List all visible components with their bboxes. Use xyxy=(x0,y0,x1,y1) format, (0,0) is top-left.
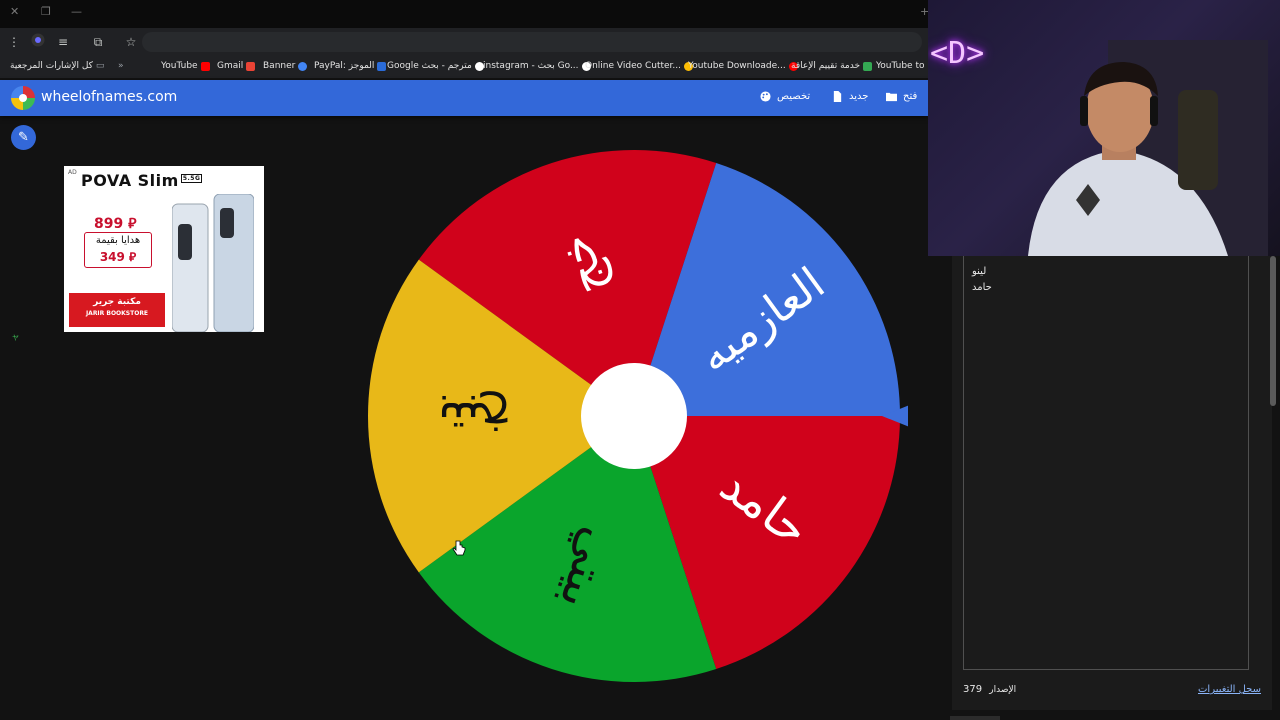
edit-pencil-button[interactable]: ✎ xyxy=(11,125,36,150)
bookmarks-folder-label: كل الإشارات المرجعية xyxy=(10,61,93,71)
bottom-strip xyxy=(950,716,1000,720)
app-header: wheelofnames.com تخصيص جديد فتح xyxy=(0,80,928,116)
folder-open-icon xyxy=(886,92,897,102)
bookmark-item[interactable]: YouTube xyxy=(161,61,210,71)
wheel-center-button[interactable] xyxy=(581,363,687,469)
minimize-window-icon[interactable]: — xyxy=(71,5,82,18)
store-logo: مكتبة جرير JARIR BOOKSTORE xyxy=(69,293,165,327)
stray-glyph: ヤ xyxy=(12,334,19,342)
bookmark-item[interactable]: Banner xyxy=(263,61,308,71)
bookmarks-bar: كل الإشارات المرجعية ▭ » YouTube Gmail B… xyxy=(0,56,941,78)
ad-gift-box: هدايا بقيمة 349 ⃁ xyxy=(84,232,152,268)
spin-wheel[interactable]: خج العازميهحامدبيتيبتبخ xyxy=(368,148,908,688)
bookmark-star-icon[interactable]: ☆ xyxy=(122,33,140,51)
close-window-icon[interactable]: ✕ xyxy=(10,5,19,18)
folder-icon: ▭ xyxy=(95,61,105,71)
pencil-icon: ✎ xyxy=(18,130,29,145)
ad-tag: AD xyxy=(68,169,77,176)
version-label: الإصدار xyxy=(989,685,1017,695)
site-title[interactable]: wheelofnames.com xyxy=(41,89,177,105)
gov-icon xyxy=(863,61,873,71)
bookmark-item[interactable]: Google مترجم - بحث xyxy=(387,61,484,71)
wheel-segment-label: بتبخ xyxy=(438,391,511,447)
paypal-icon xyxy=(377,61,387,71)
extensions-icon[interactable]: ⧉ xyxy=(89,33,107,51)
entry-line: حامد xyxy=(972,282,992,293)
entry-line: لينو xyxy=(972,266,987,277)
version-info: 379 الإصدار xyxy=(963,684,1016,695)
ad-brand: POVA Slim 5.5G xyxy=(81,171,203,190)
phone-image xyxy=(172,194,254,332)
bookmark-item[interactable]: خدمة تقييم الإعاقة xyxy=(791,61,873,71)
globe-icon xyxy=(298,61,308,71)
open-label: فتح xyxy=(903,91,918,102)
store-name-english: JARIR BOOKSTORE xyxy=(85,310,149,317)
panel-scrollbar[interactable] xyxy=(1270,256,1276,406)
kebab-menu-icon[interactable]: ⋮ xyxy=(5,33,23,51)
address-bar[interactable] xyxy=(142,32,922,52)
store-name-arabic: مكتبة جرير xyxy=(93,297,141,307)
ad-brand-badge: 5.5G xyxy=(180,173,203,183)
new-file-icon xyxy=(833,91,842,102)
window-titlebar: ✕ ❐ — + xyxy=(0,0,929,28)
hand-cursor-icon xyxy=(452,540,466,556)
ad-gift-value: 349 ⃁ xyxy=(99,250,137,264)
streamer-image xyxy=(1028,40,1268,256)
entries-panel: لينو حامد 379 الإصدار سجل التغييرات xyxy=(952,256,1272,710)
bookmark-item[interactable]: Gmail xyxy=(217,61,256,71)
more-bookmarks-icon[interactable]: » xyxy=(118,61,124,71)
advertisement-banner[interactable]: AD POVA Slim 5.5G 899 ⃁ هدايا بقيمة 349 ⃁… xyxy=(64,166,264,332)
playlist-icon[interactable]: ≡ xyxy=(54,33,72,51)
customize-label: تخصيص xyxy=(777,91,811,102)
open-menu-button[interactable]: فتح xyxy=(886,91,917,102)
ad-gift-line: هدايا بقيمة xyxy=(95,235,141,246)
version-number: 379 xyxy=(963,684,983,695)
new-label: جديد xyxy=(849,91,869,102)
entries-textarea[interactable]: لينو حامد xyxy=(963,256,1249,670)
browser-toolbar: ⋮ ≡ ⧉ ☆ xyxy=(0,28,928,56)
webcam-overlay: <D> xyxy=(928,0,1280,256)
bookmark-item[interactable]: Youtube Downloade... xyxy=(688,61,798,71)
youtube-icon xyxy=(200,61,210,71)
bookmark-item[interactable]: PayPal: الموجز xyxy=(314,61,387,71)
customize-menu-button[interactable]: تخصيص xyxy=(760,91,810,102)
bookmarks-folder[interactable]: كل الإشارات المرجعية ▭ xyxy=(10,61,104,71)
ad-price: 899 ⃁ xyxy=(94,216,137,232)
new-menu-button[interactable]: جديد xyxy=(832,91,868,102)
gmail-icon xyxy=(246,61,256,71)
palette-icon xyxy=(760,91,771,102)
profile-avatar-icon[interactable] xyxy=(29,33,47,51)
changelog-link[interactable]: سجل التغييرات xyxy=(1198,684,1261,695)
bookmark-item[interactable]: instagram - بحث Go... xyxy=(483,61,591,71)
restore-window-icon[interactable]: ❐ xyxy=(41,5,51,18)
wheel-logo-icon[interactable] xyxy=(11,86,35,110)
bookmark-item[interactable]: Online Video Cutter... xyxy=(585,61,694,71)
